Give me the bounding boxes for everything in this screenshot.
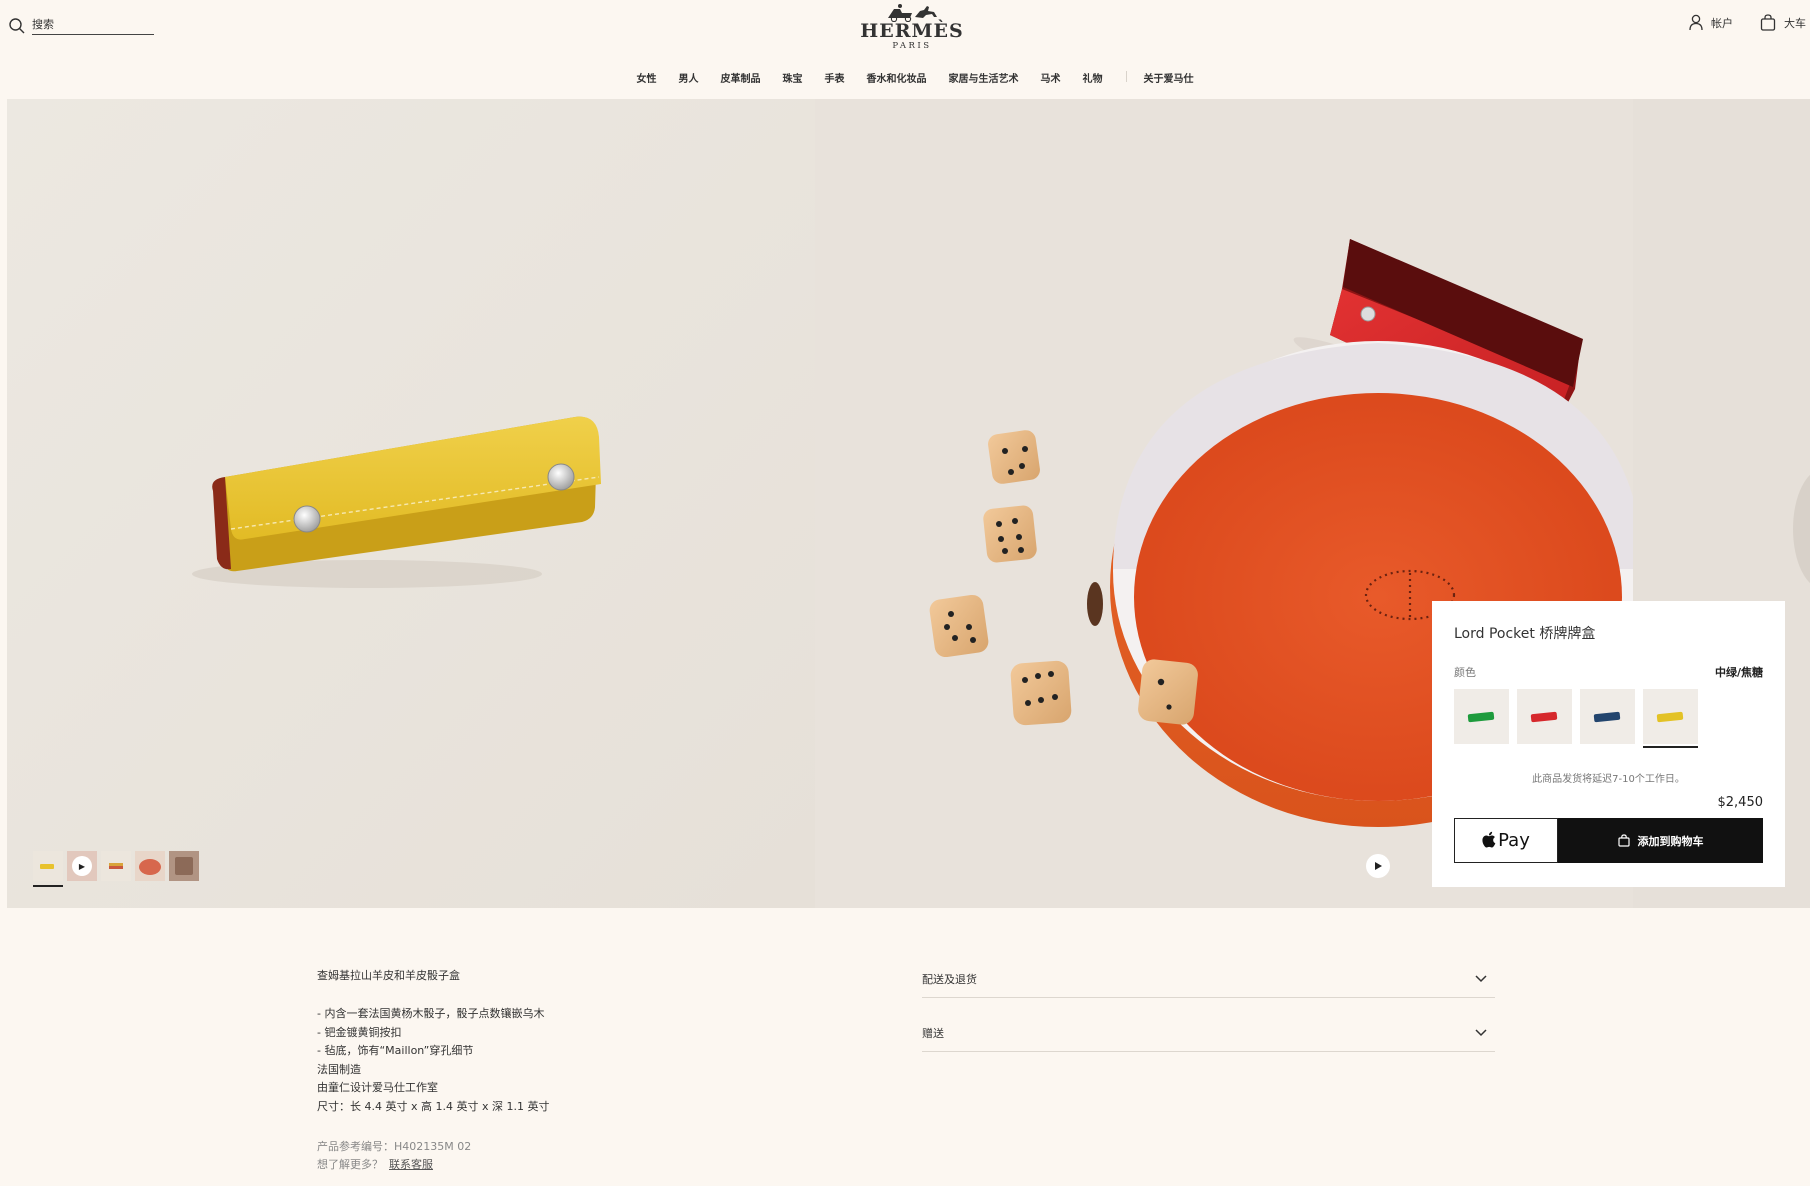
gallery-image-yellow-case[interactable]: ▶ [7,99,815,908]
purchase-buttons: Pay 添加到购物车 [1454,818,1763,863]
thumbnail-video[interactable]: ▶ [67,851,97,881]
color-label: 颜色 [1454,666,1476,679]
brand-name: HERMÈS [860,20,964,42]
play-icon: ▶ [72,856,92,876]
info-accordion: 配送及退货 赠送 [922,960,1495,1068]
nav-item-fragrance[interactable]: 香水和化妆品 [867,70,927,85]
selected-color-name: 中绿/焦糖 [1714,666,1763,679]
shopping-bag-icon [1760,14,1776,31]
account-label: 帐户 [1711,16,1733,30]
accordion-shipping-returns[interactable]: 配送及退货 [922,960,1495,998]
description-line: 由童仁设计爱马仕工作室 [317,1081,438,1095]
cart-label: 大车 [1784,16,1806,30]
site-header: HERMÈS PARIS 帐户 大车 女性 男人 皮革制品 珠宝 手表 香水和化… [0,0,1810,98]
add-to-cart-button[interactable]: 添加到购物车 [1558,818,1763,863]
thumbnail-dice-tray[interactable] [135,851,165,881]
brand-logo[interactable]: HERMÈS PARIS [860,2,964,51]
apple-icon [1482,831,1496,847]
nav-divider [1125,71,1127,82]
color-row: 颜色 中绿/焦糖 [1454,664,1763,680]
nav-item-about[interactable]: 关于爱马仕 [1144,70,1194,85]
thumbnail-lifestyle[interactable] [169,851,199,881]
die-4 [1010,660,1072,726]
accordion-gift-label: 赠送 [922,1026,944,1040]
chevron-down-icon [1475,1028,1487,1036]
product-reference: 产品参考编号：H402135M 02 [317,1139,472,1153]
brand-city: PARIS [892,41,932,51]
swatch-navy[interactable] [1580,689,1635,744]
accordion-shipping-label: 配送及退货 [922,972,977,986]
nav-item-gifts[interactable]: 礼物 [1083,70,1103,85]
nav-item-home[interactable]: 家居与生活艺术 [949,70,1019,85]
product-title: Lord Pocket 桥牌牌盒 [1454,626,1596,642]
swatch-green[interactable] [1454,689,1509,744]
search-input[interactable] [32,16,154,35]
thumbnail-colorways[interactable] [101,851,131,881]
contact-service-link[interactable]: 联系客服 [389,1158,433,1171]
yellow-dice-case-image [7,99,815,908]
swatch-yellow[interactable] [1643,689,1698,748]
help-text: 想了解更多？ [317,1157,383,1171]
account-link[interactable]: 帐户 [1689,14,1733,31]
play-video-button[interactable] [1366,854,1390,878]
die-5 [1138,659,1198,725]
description-title: 查姆基拉山羊皮和羊皮骰子盒 [317,969,460,982]
die-1 [988,430,1040,484]
description-line: - 钯金镀黄铜按扣 [317,1025,402,1039]
main-nav: 女性 男人 皮革制品 珠宝 手表 香水和化妆品 家居与生活艺术 马术 礼物 关于… [0,70,1810,85]
search-icon[interactable] [8,17,26,35]
help-row: 想了解更多？ 联系客服 [317,1156,797,1174]
description-line: 法国制造 [317,1062,361,1076]
description-lines: - 内含一套法国黄杨木骰子，骰子点数镶嵌乌木 - 钯金镀黄铜按扣 - 毡底，饰有… [317,1005,797,1117]
accordion-gift[interactable]: 赠送 [922,1014,1495,1052]
apple-pay-button[interactable]: Pay [1454,818,1558,863]
thumbnail-yellow-case[interactable] [33,851,63,887]
play-icon [1375,862,1382,870]
description-line: - 内含一套法国黄杨木骰子，骰子点数镶嵌乌木 [317,1007,545,1020]
description-line: - 毡底，饰有“Maillon”穿孔细节 [317,1044,474,1058]
nav-item-leather-goods[interactable]: 皮革制品 [721,70,761,85]
nav-item-women[interactable]: 女性 [637,70,657,85]
product-price: $2,450 [1717,795,1764,810]
cart-link[interactable]: 大车 [1760,14,1806,31]
header-actions: 帐户 大车 [1689,14,1810,31]
swatch-red[interactable] [1517,689,1572,744]
description-line: 尺寸：长 4.4 英寸 x 高 1.4 英寸 x 深 1.1 英寸 [317,1099,550,1113]
chevron-down-icon [1475,974,1487,982]
die-3 [929,594,989,658]
shipping-delay-note: 此商品发货将延迟7-10个工作日。 [1532,774,1685,785]
nav-item-men[interactable]: 男人 [679,70,699,85]
search-bar [8,16,154,35]
nav-item-watches[interactable]: 手表 [825,70,845,85]
shopping-bag-icon [1617,834,1630,847]
nav-item-jewelry[interactable]: 珠宝 [783,70,803,85]
add-to-cart-label: 添加到购物车 [1637,834,1704,848]
carriage-icon [888,4,937,22]
product-purchase-card: Lord Pocket 桥牌牌盒 颜色 中绿/焦糖 此商品发货将延迟7-10个工… [1432,601,1785,887]
color-swatches [1454,689,1763,748]
die-2 [983,505,1037,563]
product-description: 查姆基拉山羊皮和羊皮骰子盒 - 内含一套法国黄杨木骰子，骰子点数镶嵌乌木 - 钯… [317,968,797,1174]
apple-pay-label: Pay [1498,830,1530,851]
user-icon [1689,14,1703,31]
nav-item-equestrian[interactable]: 马术 [1041,70,1061,85]
thumbnail-strip: ▶ [33,851,203,887]
